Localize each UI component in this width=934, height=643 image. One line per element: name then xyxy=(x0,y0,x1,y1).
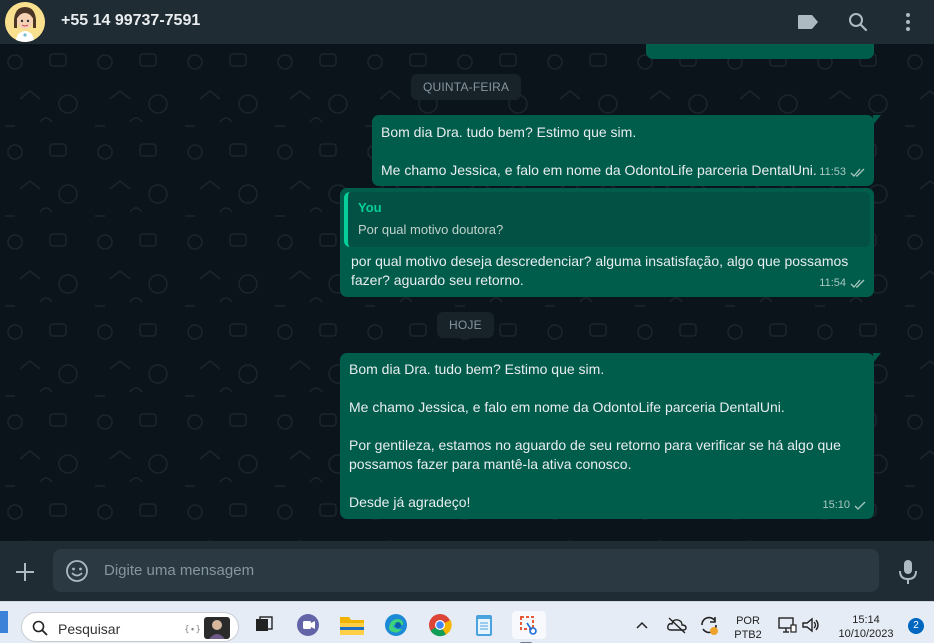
message-text-line: Desde já agradeço! xyxy=(349,494,471,510)
date-chip: HOJE xyxy=(437,312,494,338)
chrome-icon[interactable] xyxy=(426,611,454,639)
message-bubble-previous[interactable] xyxy=(646,44,874,59)
message-meta: 11:54 xyxy=(819,274,866,293)
keyboard-layout: PTB2 xyxy=(734,629,762,641)
message-bubble[interactable]: Bom dia Dra. tudo bem? Estimo que sim. M… xyxy=(340,353,881,519)
bubble-tail xyxy=(873,115,881,125)
edge-browser-icon[interactable] xyxy=(382,611,410,639)
file-explorer-icon[interactable] xyxy=(338,611,366,639)
start-button-edge[interactable] xyxy=(0,611,8,633)
contact-name[interactable]: +55 14 99737-7591 xyxy=(61,12,200,30)
contact-avatar[interactable] xyxy=(5,2,45,42)
message-text-line: fazer? aguardo seu retorno. xyxy=(351,272,524,288)
message-text-line: Me chamo Jessica, e falo em nome da Odon… xyxy=(349,399,785,415)
snipping-tool-icon[interactable] xyxy=(512,611,546,643)
message-bubble-reply[interactable]: You Por qual motivo doutora? por qual mo… xyxy=(340,188,874,297)
label-icon[interactable] xyxy=(796,10,820,34)
message-text-line: Bom dia Dra. tudo bem? Estimo que sim. xyxy=(349,361,605,377)
quote-author: You xyxy=(358,200,382,215)
attach-plus-icon[interactable] xyxy=(12,559,38,585)
message-text-line: por qual motivo deseja descredenciar? al… xyxy=(351,253,849,269)
date-chip: QUINTA-FEIRA xyxy=(411,74,522,100)
sync-icon[interactable] xyxy=(697,611,721,639)
notification-badge[interactable]: 2 xyxy=(908,618,924,634)
bubble-tail xyxy=(873,353,881,363)
search-highlight-icon: {∙} xyxy=(184,617,230,639)
clock-time: 15:14 xyxy=(852,614,880,626)
teams-icon[interactable] xyxy=(294,611,322,639)
double-check-icon xyxy=(850,168,865,177)
message-time: 11:54 xyxy=(819,277,846,289)
cloud-offline-icon[interactable] xyxy=(665,611,689,639)
display-network-icon[interactable] xyxy=(776,611,798,639)
taskbar-search[interactable]: Pesquisar {∙} xyxy=(21,612,239,642)
notepad-icon[interactable] xyxy=(470,611,498,639)
system-clock[interactable]: 15:14 10/10/2023 xyxy=(832,613,900,641)
message-meta: 15:10 xyxy=(822,496,866,515)
quote-text: Por qual motivo doutora? xyxy=(358,222,504,237)
message-time: 11:53 xyxy=(819,166,846,178)
search-icon[interactable] xyxy=(846,10,870,34)
chat-area[interactable]: QUINTA-FEIRA Bom dia Dra. tudo bem? Esti… xyxy=(0,44,934,541)
message-time: 15:10 xyxy=(822,499,850,511)
message-bubble[interactable]: Bom dia Dra. tudo bem? Estimo que sim. M… xyxy=(372,115,881,186)
menu-icon[interactable] xyxy=(896,10,920,34)
search-icon xyxy=(32,620,48,636)
chat-header: +55 14 99737-7591 xyxy=(0,0,934,44)
svg-text:{∙}: {∙} xyxy=(184,625,201,635)
message-text-line: Me chamo Jessica, e falo em nome da Odon… xyxy=(381,162,817,178)
task-view-icon[interactable] xyxy=(250,611,278,639)
windows-taskbar: Pesquisar {∙} POR PTB2 15:14 10/10/2023 xyxy=(0,601,934,643)
emoji-icon[interactable] xyxy=(65,559,89,583)
volume-icon[interactable] xyxy=(800,611,822,639)
clock-date: 10/10/2023 xyxy=(838,628,894,640)
message-text-line: Bom dia Dra. tudo bem? Estimo que sim. xyxy=(381,124,637,140)
message-meta: 11:53 xyxy=(819,163,866,182)
message-text-line: possamos fazer para mantê-la ativa conos… xyxy=(349,456,632,472)
microphone-icon[interactable] xyxy=(896,559,920,585)
taskbar-search-label: Pesquisar xyxy=(58,621,121,637)
quoted-message[interactable]: You Por qual motivo doutora? xyxy=(344,192,870,247)
language-indicator[interactable]: POR PTB2 xyxy=(733,614,763,642)
single-check-icon xyxy=(854,501,866,510)
chevron-up-icon[interactable] xyxy=(632,611,652,639)
message-text-line: Por gentileza, estamos no aguardo de seu… xyxy=(349,437,841,453)
language-code: POR xyxy=(736,615,760,627)
double-check-icon xyxy=(850,279,865,288)
message-input-placeholder: Digite uma mensagem xyxy=(104,562,255,579)
message-input[interactable]: Digite uma mensagem xyxy=(53,549,879,592)
message-composer: Digite uma mensagem xyxy=(0,541,934,601)
